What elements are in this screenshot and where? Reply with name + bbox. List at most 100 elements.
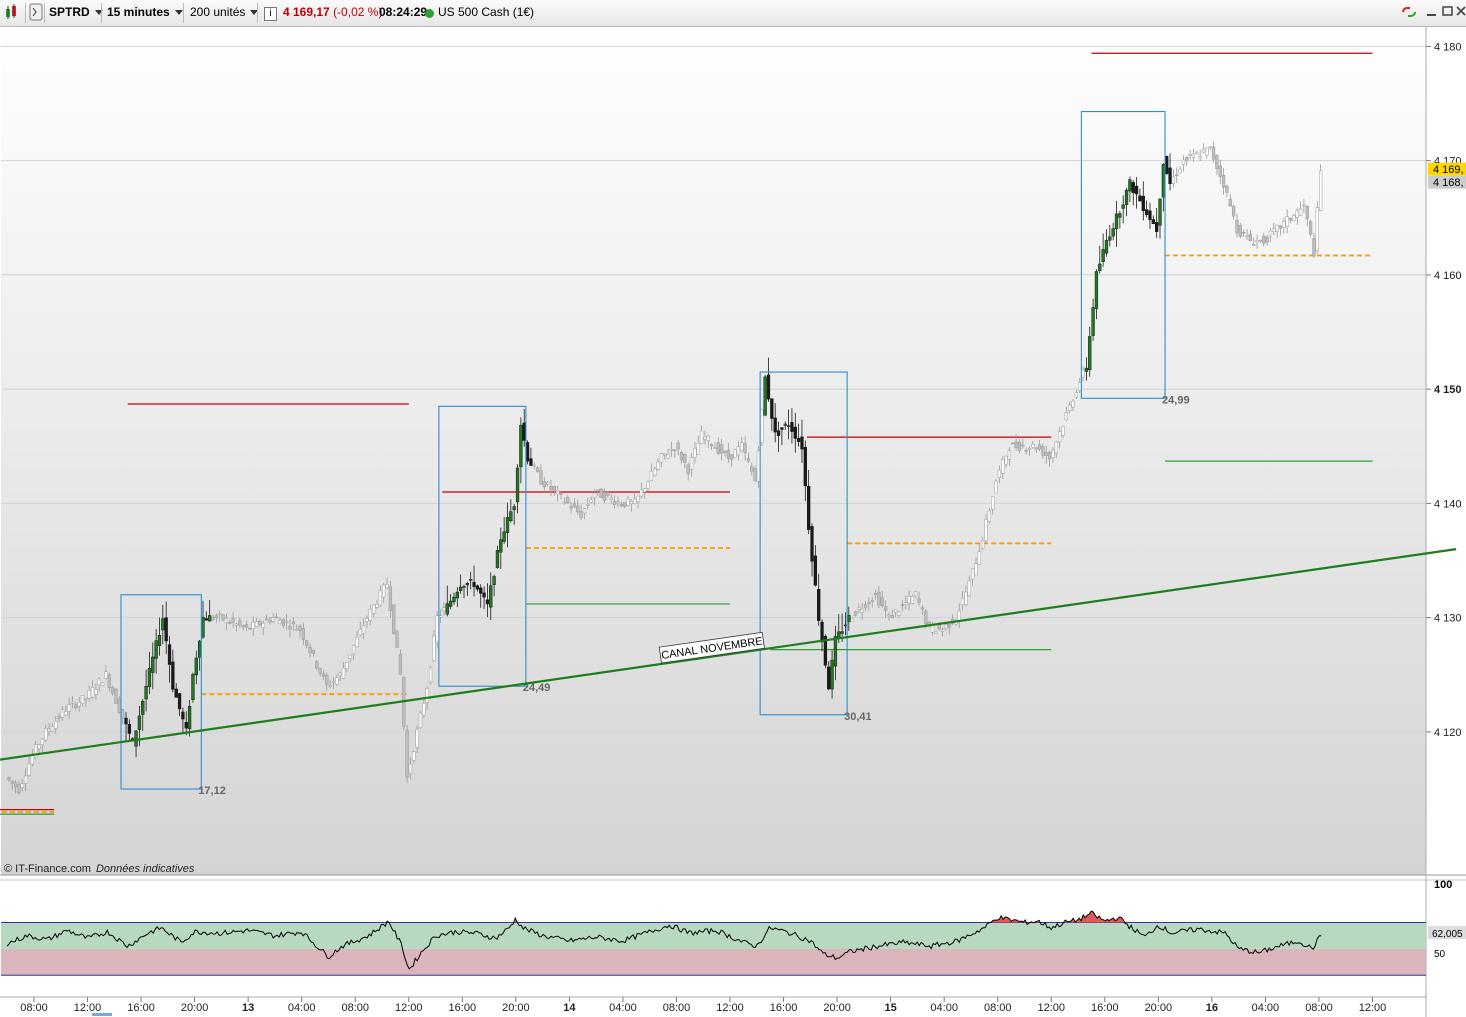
candle-body	[445, 603, 449, 615]
candle-body	[619, 504, 623, 506]
candle-body	[472, 581, 476, 587]
candle-body	[572, 503, 577, 508]
candle-body	[686, 464, 690, 474]
candle-body	[569, 506, 573, 509]
candle-body	[458, 586, 463, 591]
candle-body	[1258, 239, 1263, 242]
candle-body	[37, 744, 41, 749]
candle-body	[1191, 153, 1196, 158]
candle-body	[197, 640, 202, 658]
candle-body	[1017, 442, 1022, 452]
candle-body	[254, 621, 259, 627]
candle-body	[924, 610, 928, 625]
candle-body	[512, 506, 516, 511]
range-box-label: 17,12	[198, 785, 226, 797]
time-tick-label: 16:00	[770, 1002, 798, 1014]
candle-body	[77, 702, 81, 707]
chart-area[interactable]: 17,1224,4930,4124,99 CANAL NOVEMBRE 4 12…	[0, 27, 1466, 1017]
candle-body	[669, 448, 674, 451]
toolbar-divider	[183, 3, 184, 23]
candle-body	[264, 618, 269, 621]
candle-body	[1161, 164, 1166, 198]
candle-body	[305, 640, 309, 646]
time-tick-label: 13	[242, 1002, 254, 1014]
candle-body	[251, 622, 255, 630]
candle-body	[1144, 209, 1149, 215]
time-tick-label: 04:00	[609, 1002, 637, 1014]
time-tick-label: 16:00	[1091, 1002, 1119, 1014]
candle-body	[34, 744, 38, 759]
candle-body	[1054, 441, 1058, 454]
candle-body	[70, 701, 75, 704]
time-tick-label: 16:00	[127, 1002, 155, 1014]
chart-type-icon[interactable]	[4, 3, 22, 22]
candle-body	[1041, 446, 1045, 456]
candle-body	[50, 726, 55, 732]
candle-body	[984, 519, 988, 541]
candle-body	[733, 449, 737, 458]
candle-body	[703, 436, 707, 440]
candle-body	[616, 501, 620, 504]
candle-body	[1278, 225, 1283, 229]
candle-body	[810, 526, 814, 562]
candle-body	[730, 454, 734, 460]
candle-body	[586, 504, 590, 506]
oscillator-upper-zone	[1, 922, 1426, 949]
candle-body	[887, 614, 891, 617]
candle-body	[706, 436, 710, 441]
candle-body	[422, 703, 426, 716]
candle-body	[910, 596, 915, 604]
candle-body	[803, 446, 807, 487]
candle-body	[452, 596, 456, 603]
symbol-select[interactable]: SPTRD	[49, 3, 103, 22]
candle-body	[1245, 235, 1249, 237]
candle-body	[1298, 208, 1303, 216]
candle-body	[713, 447, 717, 449]
candle-body	[325, 675, 329, 685]
candle-body	[281, 619, 285, 626]
candle-body	[315, 661, 319, 669]
candle-body	[435, 615, 439, 643]
candle-body	[87, 690, 91, 699]
units-select[interactable]: 200 unités	[190, 3, 259, 22]
candle-body	[114, 689, 118, 705]
candle-body	[1057, 431, 1062, 443]
candle-body	[415, 729, 419, 748]
time-tick-label: 12:00	[1359, 1002, 1387, 1014]
candle-body	[1268, 230, 1273, 237]
minimize-icon[interactable]	[1426, 4, 1438, 21]
candle-body	[666, 453, 670, 459]
candle-body	[479, 587, 483, 594]
candle-body	[723, 451, 727, 453]
interval-select[interactable]: 15 minutes	[107, 3, 183, 22]
candle-body	[780, 427, 784, 430]
candle-body	[127, 723, 132, 734]
candle-body	[515, 467, 520, 503]
price-tick-label: 4 140	[1434, 498, 1462, 510]
candle-body	[639, 489, 643, 497]
maximize-icon[interactable]	[1442, 4, 1454, 21]
candle-body	[1188, 154, 1192, 156]
candle-body	[288, 626, 292, 630]
candle-body	[519, 424, 523, 468]
candle-body	[284, 621, 289, 624]
candle-body	[425, 688, 429, 703]
info-icon[interactable]: i	[264, 7, 277, 21]
candle-body	[626, 498, 630, 506]
candle-body	[960, 598, 965, 605]
candle-body	[636, 495, 640, 502]
candle-body	[576, 505, 580, 513]
candle-body	[883, 606, 888, 611]
candle-body	[1007, 450, 1012, 460]
candle-body	[1235, 220, 1239, 234]
close-icon[interactable]	[1456, 4, 1466, 21]
candle-body	[1165, 156, 1169, 174]
candle-body	[147, 667, 152, 687]
candle-body	[1064, 412, 1068, 420]
link-icon[interactable]	[1400, 4, 1418, 23]
candle-body	[505, 517, 510, 533]
indicator-icon[interactable]	[29, 3, 43, 22]
scroll-indicator[interactable]	[92, 1013, 112, 1016]
candle-body	[890, 615, 894, 619]
candle-body	[1128, 179, 1132, 192]
